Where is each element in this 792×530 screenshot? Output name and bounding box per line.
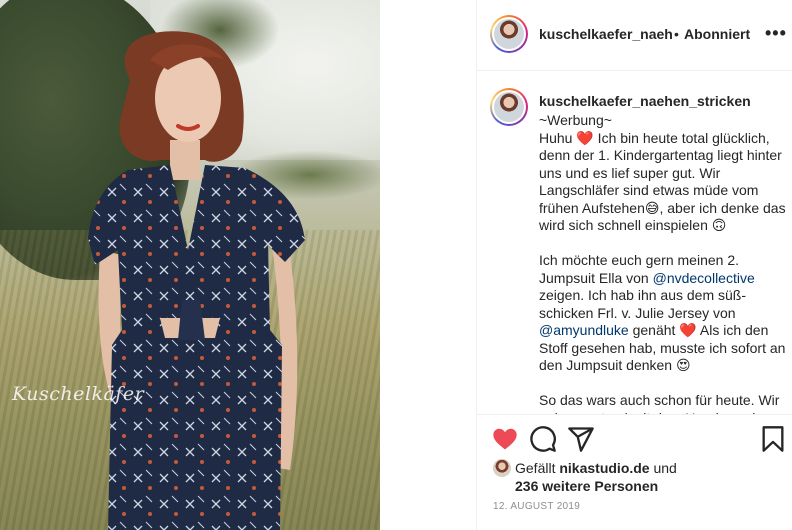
caption-line: ~Werbung~ [539,112,612,128]
caption-line: genäht [628,322,680,338]
photo-watermark: Kuschelkäfer [12,383,145,405]
separator-dot: • [674,26,679,42]
red-heart-emoji: ❤️ [679,322,697,338]
likes-suffix: und [649,460,677,476]
liker-username-link[interactable]: nikastudio.de [559,460,649,476]
post-sidebar: kuschelkaefer_naehen_stricken • Abonnier… [476,0,792,530]
post-actions: Gefällt nikastudio.de und 236 weitere Pe… [477,414,792,530]
caption-line: zeigen. Ich hab ihn aus dem süß-schicken… [539,287,747,321]
caption-line: Huhu [539,129,577,146]
photo-person [88,31,305,530]
heart-eyes-emoji: 😍 [675,357,691,373]
caption-line: So das wars auch schon für heute. Wir ge… [539,392,783,414]
author-username-link[interactable]: kuschelkaefer_naehen_stricken [539,26,673,42]
post-caption: kuschelkaefer_naehen_stricken ~Werbung~ … [477,71,792,414]
upside-down-face-emoji: 🙃 [711,217,727,233]
share-icon[interactable] [567,425,595,453]
likes-prefix: Gefällt [515,460,560,476]
mention-link-amyundluke[interactable]: @amyundluke [539,322,629,338]
heart-icon[interactable] [491,425,519,453]
follow-status-button[interactable]: Abonniert [684,26,750,42]
liker-avatar[interactable] [493,459,511,477]
red-heart-emoji: ❤️ [576,129,594,146]
bookmark-icon[interactable] [759,425,787,453]
author-avatar[interactable] [490,15,528,53]
more-options-icon[interactable]: ••• [765,23,787,44]
caption-username-link[interactable]: kuschelkaefer_naehen_stricken [539,93,751,109]
grin-sweat-emoji: 😅 [644,199,660,216]
caption-avatar[interactable] [490,88,528,126]
mention-link-nvdecollective[interactable]: @nvdecollective [653,270,755,286]
caption-text: ~Werbung~ Huhu ❤️ Ich bin heute total gl… [539,112,789,414]
post-photo[interactable]: Kuschelkäfer [0,0,380,530]
other-likers-link[interactable]: 236 weitere Personen [493,478,677,495]
post-date[interactable]: 12. AUGUST 2019 [493,501,580,512]
post-header: kuschelkaefer_naehen_stricken • Abonnier… [477,0,792,71]
likes-summary: Gefällt nikastudio.de und 236 weitere Pe… [493,459,677,495]
comment-icon[interactable] [529,425,557,453]
